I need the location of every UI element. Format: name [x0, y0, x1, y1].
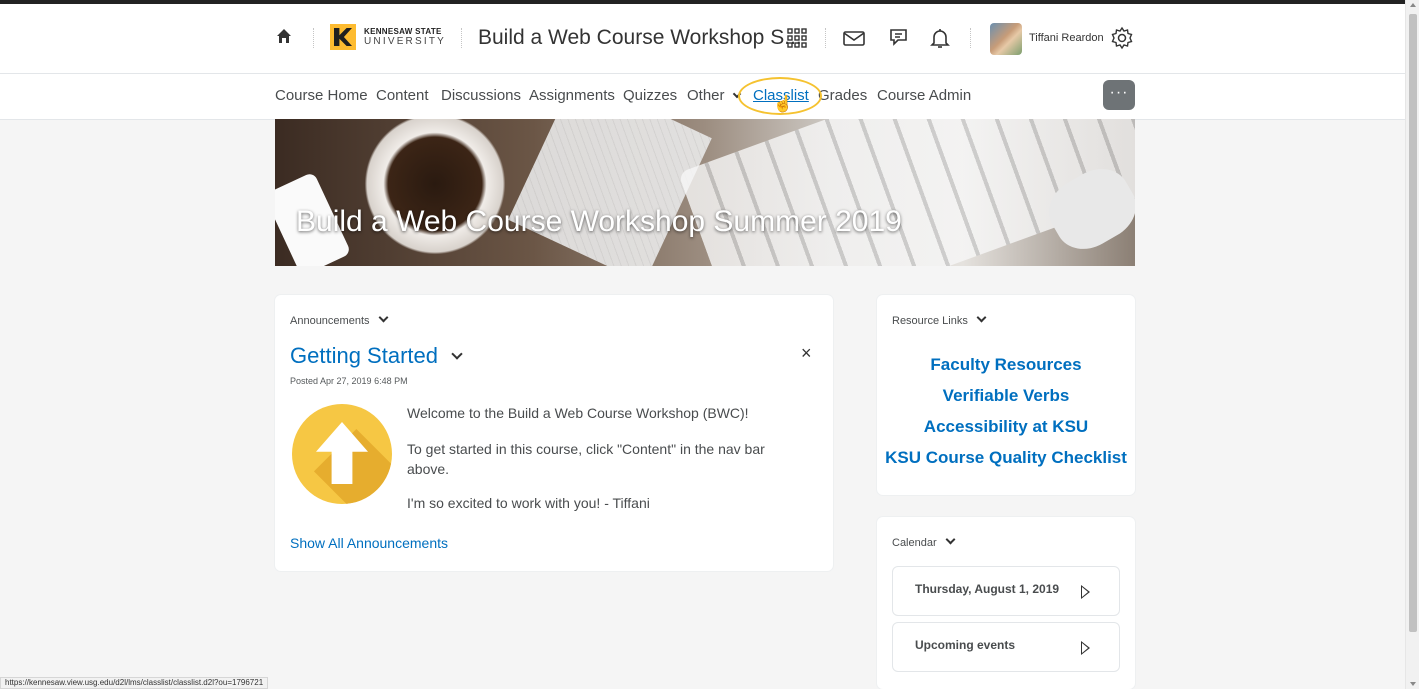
nav-course-home[interactable]: Course Home [275, 87, 368, 104]
close-icon[interactable]: × [801, 343, 812, 364]
chevron-down-icon[interactable] [976, 312, 987, 323]
gear-icon[interactable] [1110, 26, 1134, 50]
announcements-heading-label: Announcements [290, 315, 370, 327]
header-divider [461, 28, 462, 48]
banner-title: Build a Web Course Workshop Summer 2019 [296, 205, 902, 238]
announcement-posted-date: Posted Apr 27, 2019 6:48 PM [290, 376, 408, 386]
page-scrollbar[interactable] [1405, 0, 1419, 689]
resource-link-quality-checklist[interactable]: KSU Course Quality Checklist [877, 448, 1135, 468]
ksu-logo-mark-icon [330, 24, 356, 50]
university-logo[interactable]: KENNESAW STATE UNIVERSITY [330, 24, 450, 50]
resource-link-accessibility[interactable]: Accessibility at KSU [877, 417, 1135, 437]
course-selector-icon[interactable] [785, 26, 809, 50]
message-icon[interactable] [842, 26, 866, 50]
calendar-date-item[interactable]: Thursday, August 1, 2019 [892, 566, 1120, 616]
chevron-down-icon[interactable] [378, 312, 388, 323]
home-icon[interactable] [276, 28, 292, 44]
nav-discussions[interactable]: Discussions [441, 87, 521, 104]
announcements-heading: Announcements [290, 312, 388, 327]
header-divider [970, 28, 971, 48]
status-bar-url: https://kennesaw.view.usg.edu/d2l/lms/cl… [0, 677, 269, 689]
show-all-announcements-link[interactable]: Show All Announcements [290, 535, 448, 551]
up-arrow-icon [292, 404, 392, 504]
scrollbar-thumb[interactable] [1409, 14, 1417, 632]
announcement-body-line: I'm so excited to work with you! - Tiffa… [407, 495, 650, 511]
resource-links-heading: Resource Links [892, 312, 987, 327]
notification-bell-icon[interactable] [928, 26, 952, 50]
resource-links-heading-label: Resource Links [892, 315, 968, 327]
scroll-down-icon[interactable] [1410, 682, 1416, 686]
resource-link-verifiable-verbs[interactable]: Verifiable Verbs [877, 386, 1135, 406]
resource-link-faculty-resources[interactable]: Faculty Resources [877, 355, 1135, 375]
calendar-date-label: Thursday, August 1, 2019 [915, 582, 1060, 596]
course-title-link[interactable]: Build a Web Course Workshop S... [478, 26, 802, 50]
chevron-down-icon [732, 89, 741, 99]
nav-other-label: Other [687, 87, 725, 104]
announcement-body-line: Welcome to the Build a Web Course Worksh… [407, 405, 749, 421]
header-divider [825, 28, 826, 48]
play-arrow-icon [1081, 641, 1090, 655]
more-options-button[interactable]: ··· [1103, 80, 1135, 110]
nav-other[interactable]: Other [687, 87, 741, 104]
calendar-upcoming-label: Upcoming events [915, 638, 1016, 652]
nav-content[interactable]: Content [376, 87, 429, 104]
scroll-up-icon[interactable] [1410, 3, 1416, 7]
play-arrow-icon [1081, 585, 1090, 599]
avatar[interactable] [990, 23, 1022, 55]
announcement-title[interactable]: Getting Started [290, 343, 438, 369]
announcement-body-line: To get started in this course, click "Co… [407, 441, 765, 477]
chat-icon[interactable] [886, 26, 910, 50]
logo-line2: UNIVERSITY [364, 36, 447, 47]
calendar-upcoming-events-item[interactable]: Upcoming events [892, 622, 1120, 672]
hand-cursor-icon: ☝ [773, 96, 793, 113]
nav-grades[interactable]: Grades [818, 87, 867, 104]
logo-line1: KENNESAW STATE [364, 27, 442, 36]
nav-course-admin[interactable]: Course Admin [877, 87, 971, 104]
nav-assignments[interactable]: Assignments [529, 87, 615, 104]
chevron-down-icon[interactable] [945, 534, 956, 545]
username[interactable]: Tiffani Reardon [1029, 32, 1104, 44]
calendar-heading: Calendar [892, 534, 956, 549]
calendar-heading-label: Calendar [892, 537, 937, 549]
banner-paper-graphic [508, 119, 712, 266]
nav-quizzes[interactable]: Quizzes [623, 87, 677, 104]
header-divider [313, 28, 314, 48]
course-banner-image [275, 119, 1135, 266]
